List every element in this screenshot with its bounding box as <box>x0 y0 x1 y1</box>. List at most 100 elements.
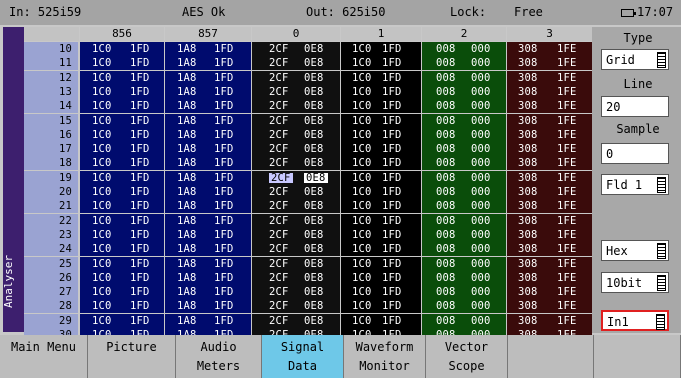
sample-cell[interactable]: 008 000 <box>422 113 506 128</box>
sample-cell[interactable]: 1C0 1FD <box>341 185 421 199</box>
sample-cell[interactable]: 308 1FE <box>507 42 592 56</box>
sample-cell[interactable]: 1C0 1FD <box>341 142 421 157</box>
menu-button[interactable]: Signal Data <box>262 335 344 378</box>
sample-cell[interactable]: 1C0 1FD <box>80 213 164 228</box>
sample-cell[interactable]: 008 000 <box>422 156 506 171</box>
sample-cell[interactable]: 1A8 1FD <box>165 285 251 300</box>
sample-cell[interactable]: 1A8 1FD <box>165 56 251 71</box>
sample-cell[interactable]: 2CF 0E8 <box>252 127 340 142</box>
sample-cell[interactable]: 1C0 1FD <box>341 242 421 257</box>
sample-cell[interactable]: 1C0 1FD <box>80 299 164 314</box>
menu-button[interactable]: Vector Scope <box>426 335 508 378</box>
sample-cell[interactable]: 1A8 1FD <box>165 142 251 157</box>
sample-cell[interactable]: 2CF 0E8 <box>252 170 340 185</box>
sample-cell[interactable]: 1C0 1FD <box>341 42 421 56</box>
sample-cell[interactable]: 1C0 1FD <box>341 70 421 85</box>
sample-cell[interactable]: 308 1FE <box>507 127 592 142</box>
sample-cell[interactable]: 2CF 0E8 <box>252 256 340 271</box>
menu-button[interactable]: Main Menu <box>0 335 88 378</box>
sample-cell[interactable]: 1C0 1FD <box>341 199 421 214</box>
sample-cell[interactable]: 008 000 <box>422 185 506 199</box>
sample-cell[interactable]: 1C0 1FD <box>80 99 164 114</box>
sample-cell[interactable]: 308 1FE <box>507 156 592 171</box>
sample-cell[interactable]: 308 1FE <box>507 256 592 271</box>
sample-cell[interactable]: 2CF 0E8 <box>252 242 340 257</box>
sample-cell[interactable]: 008 000 <box>422 99 506 114</box>
sample-cell[interactable]: 1A8 1FD <box>165 113 251 128</box>
sample-cell[interactable]: 308 1FE <box>507 113 592 128</box>
sample-cell[interactable]: 1C0 1FD <box>341 285 421 300</box>
sample-cell[interactable]: 2CF 0E8 <box>252 199 340 214</box>
sample-cell[interactable]: 1C0 1FD <box>341 170 421 185</box>
sample-cell[interactable]: 008 000 <box>422 42 506 56</box>
sample-cell[interactable]: 2CF 0E8 <box>252 270 340 285</box>
bits-select[interactable]: 10bit <box>601 272 669 293</box>
sample-cell[interactable]: 1C0 1FD <box>341 313 421 328</box>
sample-cell[interactable]: 008 000 <box>422 299 506 314</box>
sample-cell[interactable]: 1C0 1FD <box>341 156 421 171</box>
sample-cell[interactable]: 2CF 0E8 <box>252 299 340 314</box>
sample-cell[interactable]: 308 1FE <box>507 270 592 285</box>
menu-button[interactable]: Waveform Monitor <box>344 335 426 378</box>
sample-cell[interactable]: 1A8 1FD <box>165 185 251 199</box>
sample-cell[interactable]: 308 1FE <box>507 285 592 300</box>
sample-cell[interactable]: 1C0 1FD <box>80 84 164 99</box>
sample-cell[interactable]: 1A8 1FD <box>165 227 251 242</box>
sample-cell[interactable]: 2CF 0E8 <box>252 113 340 128</box>
sample-cell[interactable]: 008 000 <box>422 242 506 257</box>
sample-cell[interactable]: 308 1FE <box>507 56 592 71</box>
sample-cell[interactable]: 1A8 1FD <box>165 199 251 214</box>
sample-cell[interactable]: 1C0 1FD <box>80 156 164 171</box>
sample-cell[interactable]: 008 000 <box>422 285 506 300</box>
sample-cell[interactable]: 1C0 1FD <box>80 256 164 271</box>
sample-cell[interactable]: 1C0 1FD <box>80 42 164 56</box>
field-select[interactable]: Fld 1 <box>601 174 669 195</box>
menu-button[interactable] <box>508 335 594 378</box>
sample-cell[interactable]: 1C0 1FD <box>80 113 164 128</box>
sample-cell[interactable]: 1A8 1FD <box>165 70 251 85</box>
sample-cell[interactable]: 308 1FE <box>507 242 592 257</box>
sample-cell[interactable]: 1C0 1FD <box>341 99 421 114</box>
sample-cell[interactable]: 1A8 1FD <box>165 156 251 171</box>
sample-cell[interactable]: 308 1FE <box>507 213 592 228</box>
sample-cell[interactable]: 1C0 1FD <box>80 285 164 300</box>
menu-button[interactable]: Picture <box>88 335 176 378</box>
sample-cell[interactable]: 1C0 1FD <box>80 185 164 199</box>
sample-cell[interactable]: 2CF 0E8 <box>252 285 340 300</box>
sample-cell[interactable]: 1A8 1FD <box>165 256 251 271</box>
sample-cell[interactable]: 2CF 0E8 <box>252 185 340 199</box>
sample-cell[interactable]: 1C0 1FD <box>341 213 421 228</box>
menu-button[interactable]: Audio Meters <box>176 335 262 378</box>
sample-cell[interactable]: 2CF 0E8 <box>252 313 340 328</box>
sample-cell[interactable]: 1C0 1FD <box>80 270 164 285</box>
sample-cell[interactable]: 308 1FE <box>507 142 592 157</box>
sample-cell[interactable]: 1C0 1FD <box>341 270 421 285</box>
sample-cell[interactable]: 2CF 0E8 <box>252 142 340 157</box>
sample-cell[interactable]: 308 1FE <box>507 199 592 214</box>
sample-cell[interactable]: 008 000 <box>422 256 506 271</box>
sample-cell[interactable]: 1A8 1FD <box>165 299 251 314</box>
sample-cell[interactable]: 008 000 <box>422 227 506 242</box>
sample-cell[interactable]: 008 000 <box>422 70 506 85</box>
line-field[interactable]: 20 <box>601 96 669 117</box>
sample-cell[interactable]: 2CF 0E8 <box>252 70 340 85</box>
sample-cell[interactable]: 008 000 <box>422 270 506 285</box>
sample-cell[interactable]: 008 000 <box>422 170 506 185</box>
sample-cell[interactable]: 1A8 1FD <box>165 170 251 185</box>
sample-cell[interactable]: 008 000 <box>422 84 506 99</box>
sample-cell[interactable]: 1A8 1FD <box>165 42 251 56</box>
sample-cell[interactable]: 2CF 0E8 <box>252 42 340 56</box>
sample-cell[interactable]: 1C0 1FD <box>341 256 421 271</box>
sample-cell[interactable]: 1C0 1FD <box>80 199 164 214</box>
sample-cell[interactable]: 1C0 1FD <box>80 142 164 157</box>
sample-cell[interactable]: 308 1FE <box>507 299 592 314</box>
sample-cell[interactable]: 008 000 <box>422 142 506 157</box>
sample-cell[interactable]: 1A8 1FD <box>165 270 251 285</box>
sample-cell[interactable]: 1C0 1FD <box>80 56 164 71</box>
sample-cell[interactable]: 2CF 0E8 <box>252 213 340 228</box>
sample-cell[interactable]: 1A8 1FD <box>165 127 251 142</box>
sample-cell[interactable]: 008 000 <box>422 213 506 228</box>
sample-cell[interactable]: 308 1FE <box>507 170 592 185</box>
sample-cell[interactable]: 308 1FE <box>507 99 592 114</box>
sample-cell[interactable]: 308 1FE <box>507 227 592 242</box>
